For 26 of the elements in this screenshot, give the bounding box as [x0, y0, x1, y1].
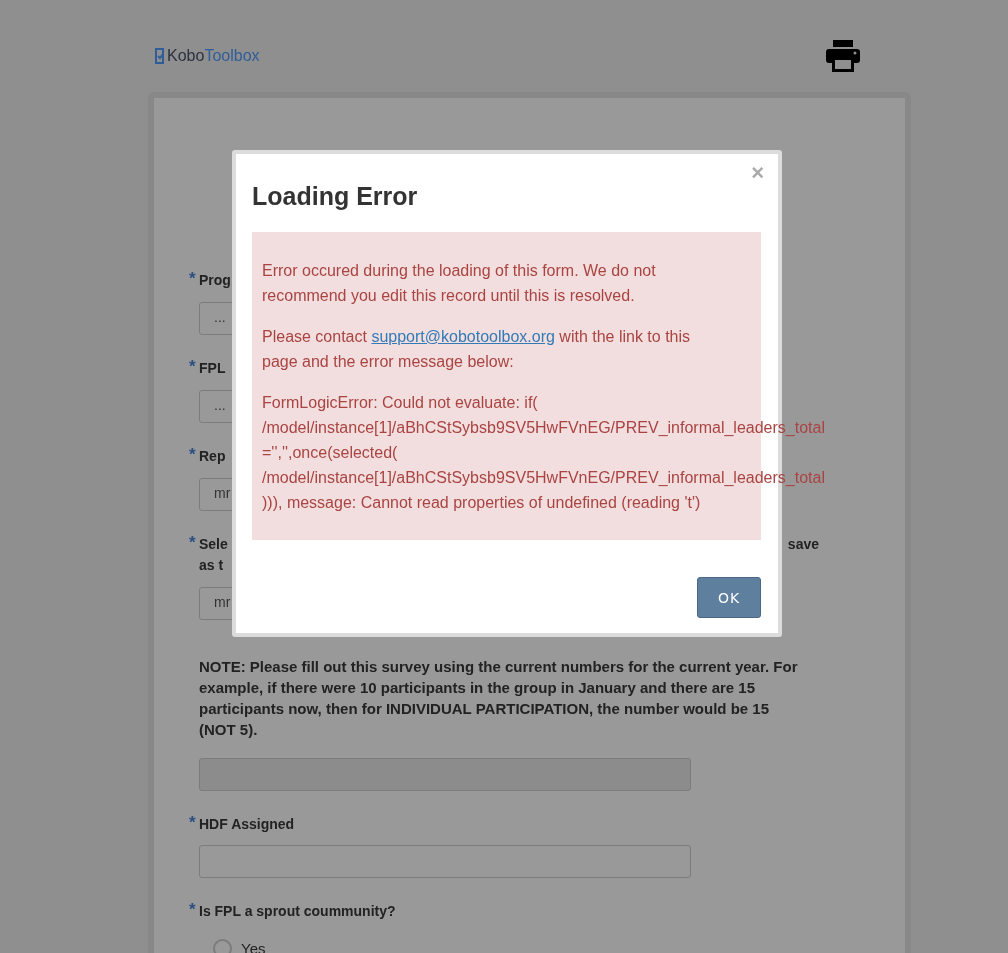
question-label: HDF Assigned	[199, 815, 295, 834]
required-mark: *	[189, 270, 197, 290]
logo-icon	[154, 48, 165, 64]
question-label: Is FPL a sprout coummunity?	[199, 902, 396, 921]
question-label: Rep	[199, 447, 226, 466]
radio-button[interactable]	[213, 939, 232, 953]
required-mark: *	[189, 446, 197, 466]
question-label: save	[787, 535, 819, 554]
ok-button[interactable]: OK	[697, 577, 761, 618]
question-label: NOTE: Please fill out this survey using the current numbers for the current year. For example, if there were 10 participants in the group in January and there are 15 participants now, then for INDIVIDUAL PARTICIPATION, the number would be 15 (NOT 5).	[199, 657, 799, 740]
required-mark: *	[189, 901, 197, 921]
required-mark: *	[189, 358, 197, 378]
required-mark: *	[189, 534, 197, 554]
input-field[interactable]	[199, 845, 691, 878]
question-label: Prog	[199, 271, 231, 290]
print-icon[interactable]	[826, 40, 860, 72]
question-label: as t	[199, 556, 225, 575]
dialog-title: Loading Error	[252, 181, 419, 212]
email-link[interactable]: support@kobotoolbox.org	[371, 328, 555, 345]
error-message: Please contact support@kobotoolbox.org with the link to this page and the error message below:	[262, 327, 692, 372]
required-mark: *	[189, 814, 197, 834]
question-label: Sele	[199, 535, 228, 554]
close-button[interactable]: ×	[751, 160, 764, 186]
error-message: Error occured during the loading of this form. We do not recommend you edit this record until this is resolved.	[262, 261, 657, 306]
question-label: FPL	[199, 359, 226, 378]
logo-text: KoboToolbox	[167, 47, 260, 65]
